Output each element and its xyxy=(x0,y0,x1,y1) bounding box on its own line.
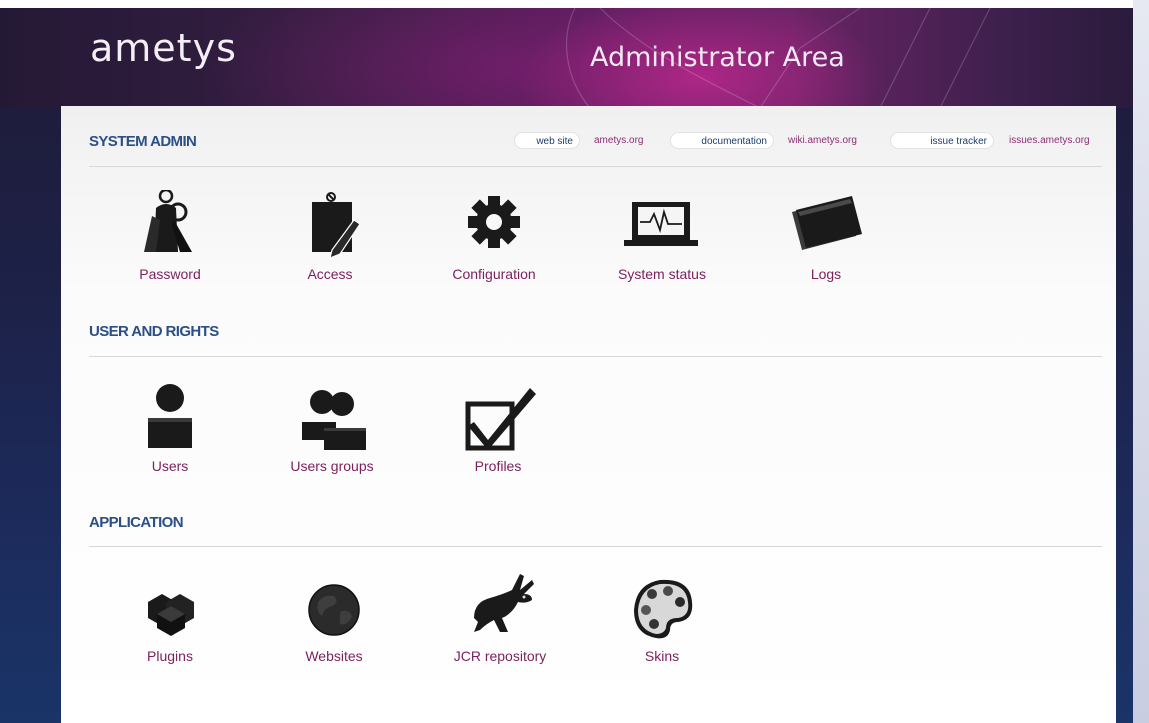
section-title-application: APPLICATION xyxy=(89,514,184,531)
tool-profiles[interactable]: Profiles xyxy=(428,382,568,482)
tool-label: Password xyxy=(139,266,201,282)
keys-icon xyxy=(144,190,192,252)
tool-plugins[interactable]: Plugins xyxy=(100,572,240,672)
issue-tracker-link[interactable]: issues.ametys.org xyxy=(1009,132,1090,149)
user-icon xyxy=(148,384,192,448)
tool-label: Skins xyxy=(644,648,680,664)
tool-websites[interactable]: Websites xyxy=(264,572,404,672)
tool-password[interactable]: Password xyxy=(100,190,240,290)
cubes-icon xyxy=(148,594,194,636)
tool-label: System status xyxy=(618,266,706,282)
documentation-pill[interactable]: documentation xyxy=(670,132,774,149)
users-group-icon xyxy=(302,390,366,450)
tool-skins[interactable]: Skins xyxy=(592,572,732,672)
tool-users-groups[interactable]: Users groups xyxy=(262,382,402,482)
tool-label: Users xyxy=(151,458,189,474)
section-divider xyxy=(89,356,1102,357)
page-title: Administrator Area xyxy=(590,42,845,73)
section-divider xyxy=(89,546,1102,547)
tool-label: Logs xyxy=(810,266,842,282)
tool-label: Users groups xyxy=(290,458,374,474)
palette-icon xyxy=(634,579,693,639)
tool-system-status[interactable]: System status xyxy=(592,190,732,290)
tool-label: Access xyxy=(307,266,353,282)
ametys-logo[interactable]: ametys xyxy=(90,26,237,70)
globe-icon xyxy=(308,584,360,636)
monitor-pulse-icon xyxy=(624,202,698,246)
rabbit-icon xyxy=(474,574,534,632)
documentation-link[interactable]: wiki.ametys.org xyxy=(788,132,857,149)
tool-label: Profiles xyxy=(474,458,522,474)
window-edge xyxy=(1133,0,1149,723)
tool-users[interactable]: Users xyxy=(100,382,240,482)
issue-tracker-pill[interactable]: issue tracker xyxy=(890,132,994,149)
section-divider xyxy=(89,166,1102,167)
cards-icon xyxy=(792,196,862,250)
section-title-system-admin: SYSTEM ADMIN xyxy=(89,133,197,150)
header-banner: ametys Administrator Area xyxy=(0,8,1133,108)
tool-label: Plugins xyxy=(147,648,193,664)
top-strip xyxy=(0,0,1149,8)
website-link[interactable]: ametys.org xyxy=(594,132,643,149)
tool-configuration[interactable]: Configuration xyxy=(424,190,564,290)
tool-label: Websites xyxy=(305,648,363,664)
tool-label: Configuration xyxy=(452,266,536,282)
tool-logs[interactable]: Logs xyxy=(756,190,896,290)
clipboard-pen-icon xyxy=(312,192,361,259)
checkbox-icon xyxy=(465,388,536,451)
section-title-user-rights: USER AND RIGHTS xyxy=(89,323,219,340)
website-pill[interactable]: web site xyxy=(514,132,580,149)
tool-jcr-repository[interactable]: JCR repository xyxy=(430,572,570,672)
tool-access[interactable]: Access xyxy=(260,190,400,290)
gear-icon xyxy=(468,196,520,248)
tool-label: JCR repository xyxy=(453,648,547,664)
